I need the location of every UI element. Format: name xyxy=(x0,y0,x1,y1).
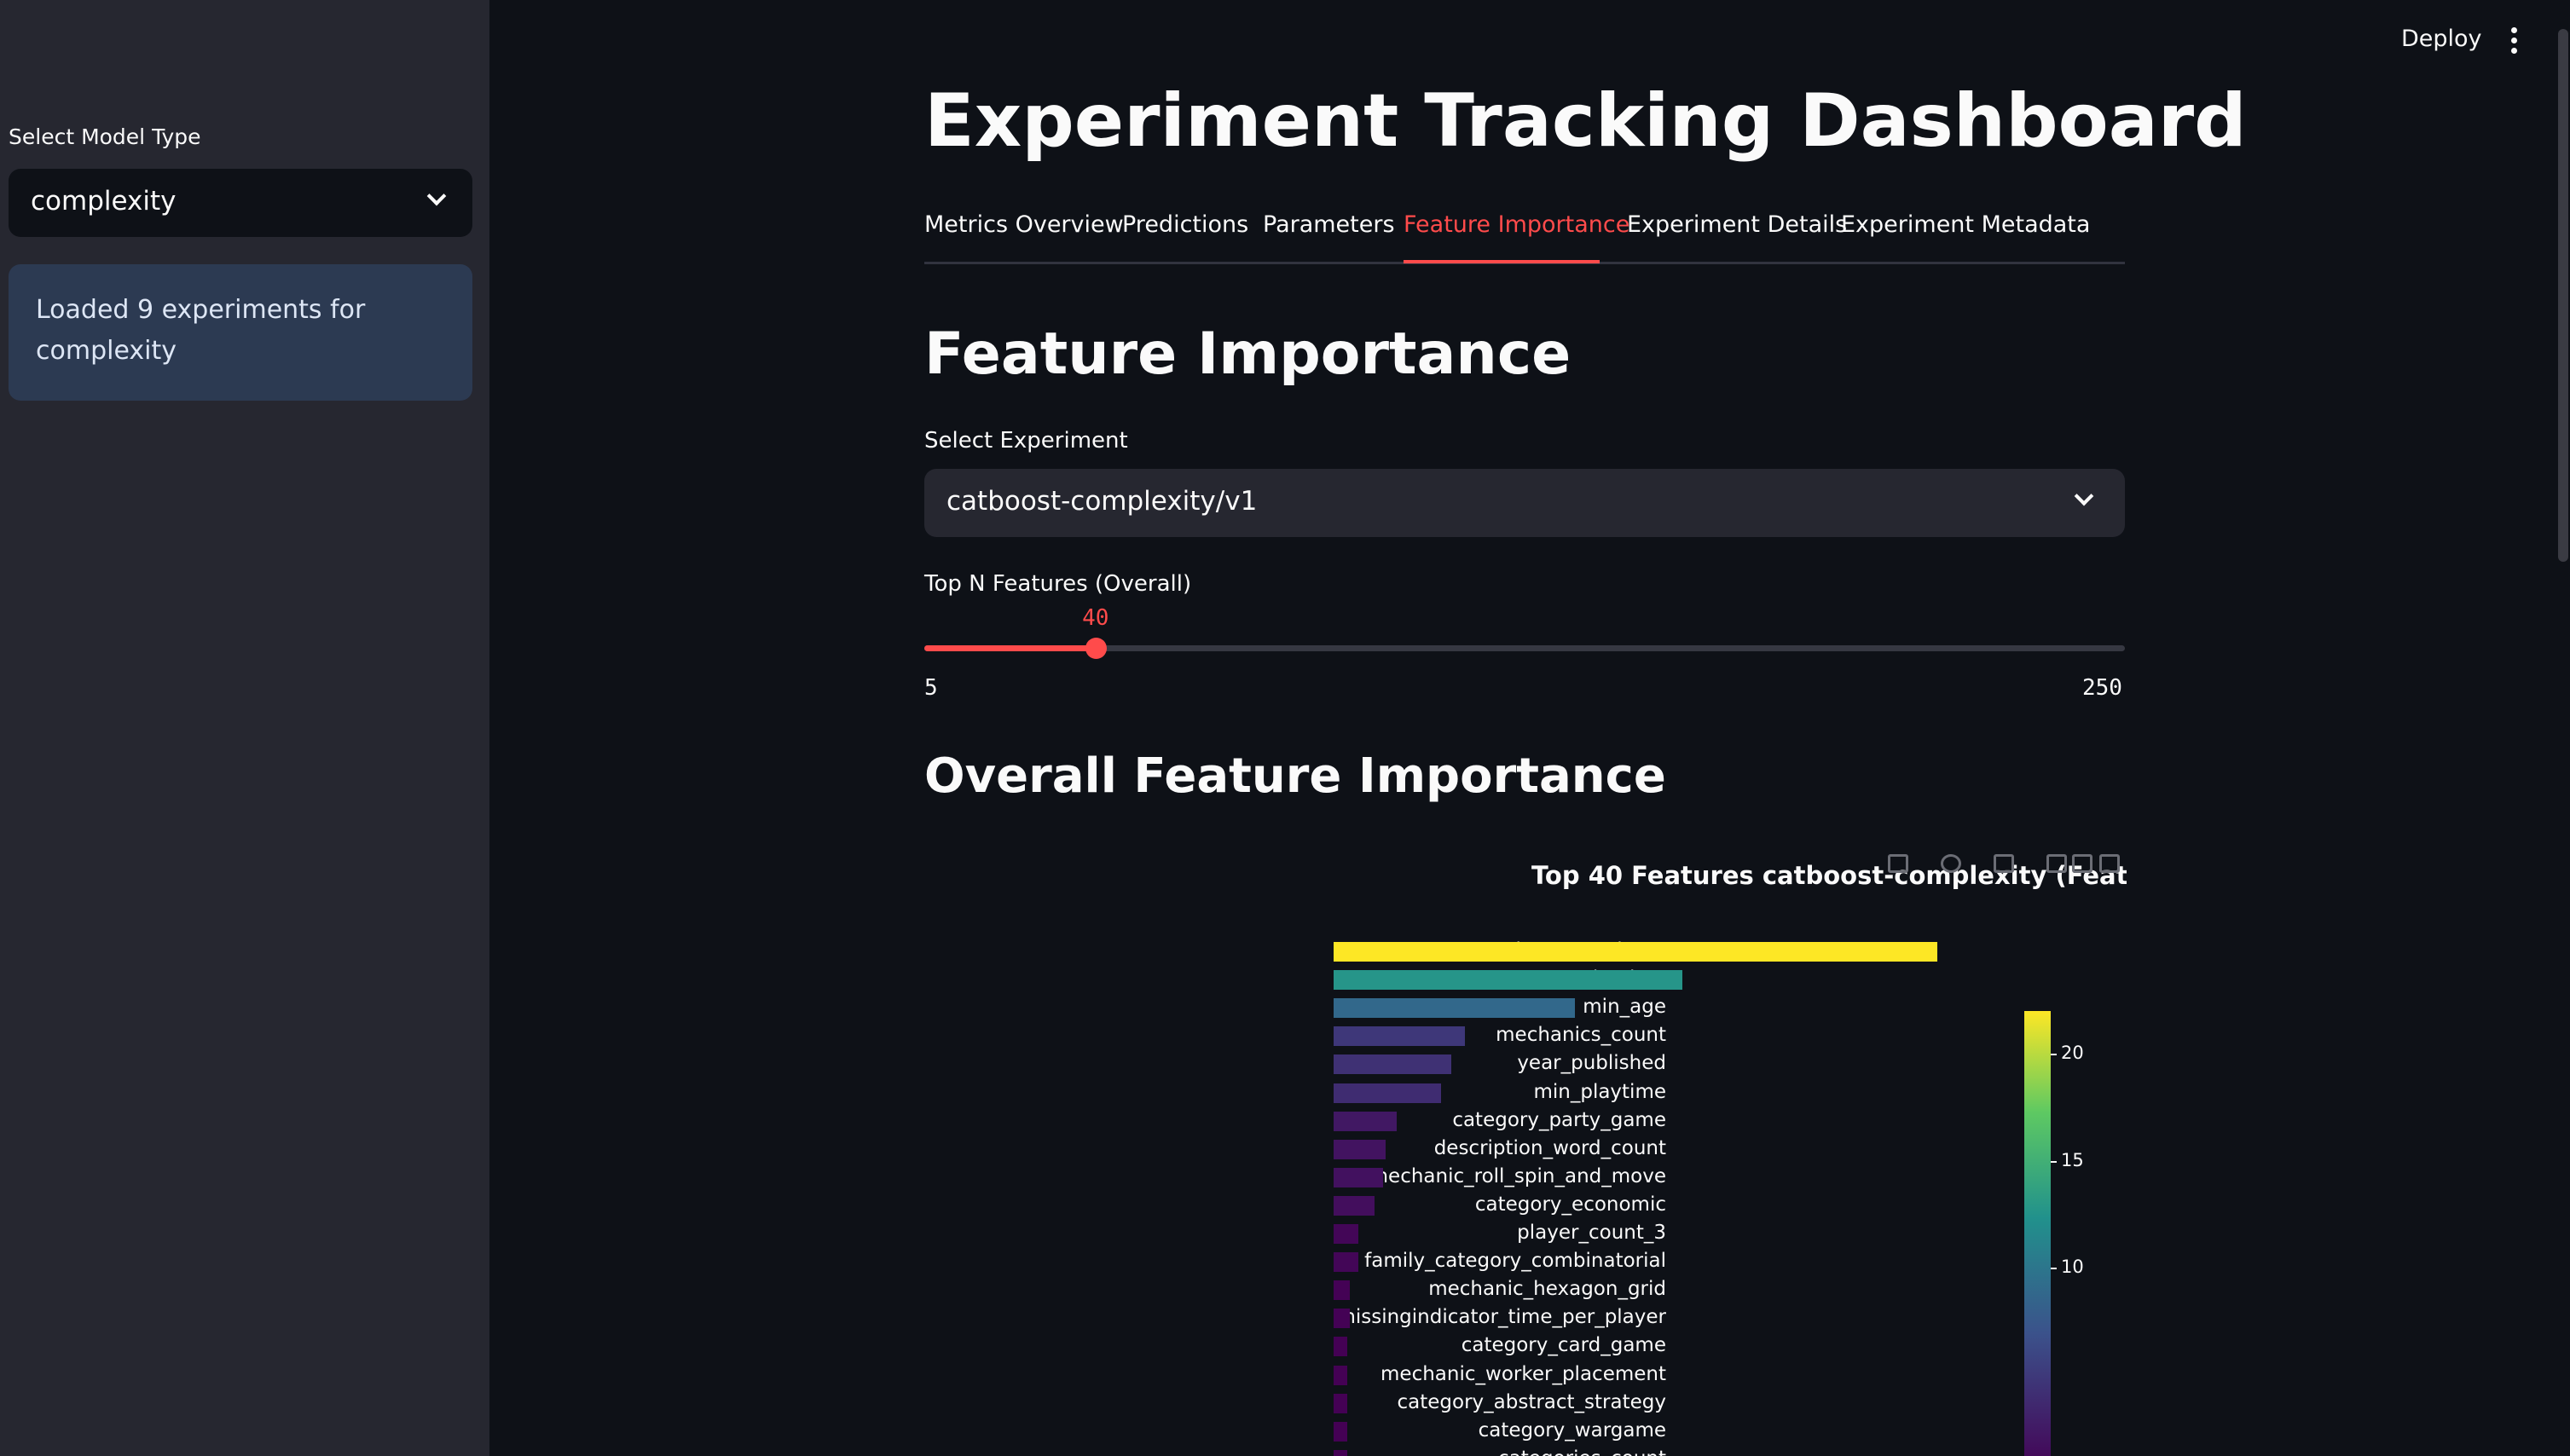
sidebar: Select Model Type complexity Loaded 9 ex… xyxy=(0,0,489,1456)
model-type-label: Select Model Type xyxy=(9,124,201,149)
tab-predictions[interactable]: Predictions xyxy=(1122,211,1248,238)
bar[interactable] xyxy=(1334,1393,1348,1413)
bar-label: category_party_game xyxy=(1452,1108,1666,1131)
bar-label: category_abstract_strategy xyxy=(1397,1390,1667,1413)
bar[interactable] xyxy=(1334,1054,1452,1075)
main-menu-icon[interactable] xyxy=(2509,27,2521,55)
bar[interactable] xyxy=(1334,1280,1351,1301)
top-n-label: Top N Features (Overall) xyxy=(924,571,1192,597)
section-title: Feature Importance xyxy=(924,321,1572,388)
camera-icon[interactable] xyxy=(1888,854,1908,873)
bar-label: mechanic_roll_spin_and_move xyxy=(1369,1164,1666,1187)
colorbar xyxy=(2024,1011,2051,1456)
bar-label: categories_count xyxy=(1498,1447,1666,1456)
feature-importance-chart[interactable]: Top 40 Features catboost-complexity (Fea… xyxy=(924,844,2127,1456)
bar[interactable] xyxy=(1334,942,1937,962)
colorbar-tick-mark xyxy=(2051,1160,2057,1163)
tab-parameters[interactable]: Parameters xyxy=(1263,211,1395,238)
bar-label: family_category_combinatorial xyxy=(1364,1250,1666,1273)
bar-label: category_economic xyxy=(1474,1193,1666,1216)
bar[interactable] xyxy=(1334,970,1682,991)
bar[interactable] xyxy=(1334,1309,1351,1329)
scrollbar[interactable] xyxy=(2558,29,2568,562)
bar[interactable] xyxy=(1334,1224,1358,1244)
info-text-line2: complexity xyxy=(36,336,177,366)
bar[interactable] xyxy=(1334,1026,1466,1047)
tab-metrics-overview[interactable]: Metrics Overview xyxy=(924,211,1124,238)
bar-label: year_published xyxy=(1517,1052,1666,1075)
bar-label: mechanic_worker_placement xyxy=(1381,1362,1666,1385)
tab-feature-importance[interactable]: Feature Importance xyxy=(1404,211,1629,238)
bar[interactable] xyxy=(1334,998,1576,1019)
slider-fill xyxy=(924,645,1097,651)
bar[interactable] xyxy=(1334,1365,1348,1385)
bar-label: category_card_game xyxy=(1461,1334,1666,1357)
bar-label: description_word_count xyxy=(1433,1136,1666,1159)
chevron-down-icon xyxy=(426,186,447,206)
experiment-value: catboost-complexity/v1 xyxy=(946,486,1258,517)
bar[interactable] xyxy=(1334,1139,1386,1159)
chart-modebar xyxy=(1888,849,2120,878)
pan-icon[interactable] xyxy=(1994,854,2014,873)
colorbar-tick-label: 20 xyxy=(2061,1043,2084,1064)
model-type-value: complexity xyxy=(31,186,177,217)
colorbar-tick-label: 15 xyxy=(2061,1149,2084,1170)
bar-label: min_age xyxy=(1583,996,1666,1019)
autoscale-icon[interactable] xyxy=(2099,854,2120,873)
deploy-button[interactable]: Deploy xyxy=(2401,26,2482,52)
bar-label: mechanics_count xyxy=(1496,1024,1666,1047)
active-tab-indicator xyxy=(1404,260,1600,263)
experiment-label: Select Experiment xyxy=(924,428,1128,454)
colorbar-tick-mark xyxy=(2051,1054,2057,1056)
info-alert: Loaded 9 experiments for complexity xyxy=(9,264,472,401)
bar[interactable] xyxy=(1334,1337,1348,1357)
bar-label: missingindicator_time_per_player xyxy=(1336,1306,1666,1329)
bar[interactable] xyxy=(1334,1111,1398,1131)
bar-label: mechanic_hexagon_grid xyxy=(1428,1278,1666,1301)
slider-thumb[interactable] xyxy=(1085,638,1108,659)
bar-label: player_count_3 xyxy=(1517,1222,1666,1244)
colorbar-tick-label: 10 xyxy=(2061,1257,2084,1278)
bar-label: category_wargame xyxy=(1478,1418,1666,1442)
colorbar-tick-mark xyxy=(2051,1268,2057,1270)
bar[interactable] xyxy=(1334,1195,1375,1216)
info-text-line1: Loaded 9 experiments for xyxy=(36,295,366,325)
tab-experiment-details[interactable]: Experiment Details xyxy=(1627,211,1847,238)
tab-bar: Metrics Overview Predictions Parameters … xyxy=(924,211,2125,264)
bar[interactable] xyxy=(1334,1449,1348,1456)
bar-label: min_playtime xyxy=(1533,1080,1666,1103)
page-title: Experiment Tracking Dashboard xyxy=(924,78,2247,164)
bar[interactable] xyxy=(1334,1167,1383,1187)
slider-max: 250 xyxy=(2082,675,2122,701)
slider-value: 40 xyxy=(1082,605,1109,631)
bar[interactable] xyxy=(1334,1421,1348,1442)
zoom-icon[interactable] xyxy=(1941,854,1961,873)
zoom-out-icon[interactable] xyxy=(2072,854,2092,873)
tab-experiment-metadata[interactable]: Experiment Metadata xyxy=(1841,211,2090,238)
bar[interactable] xyxy=(1334,1083,1441,1103)
chart-section-title: Overall Feature Importance xyxy=(924,748,1666,804)
experiment-select[interactable]: catboost-complexity/v1 xyxy=(924,469,2125,537)
zoom-in-icon[interactable] xyxy=(2046,854,2067,873)
model-type-select[interactable]: complexity xyxy=(9,169,472,237)
slider-min: 5 xyxy=(924,675,938,701)
bar[interactable] xyxy=(1334,1252,1358,1273)
chevron-down-icon xyxy=(2074,486,2094,506)
